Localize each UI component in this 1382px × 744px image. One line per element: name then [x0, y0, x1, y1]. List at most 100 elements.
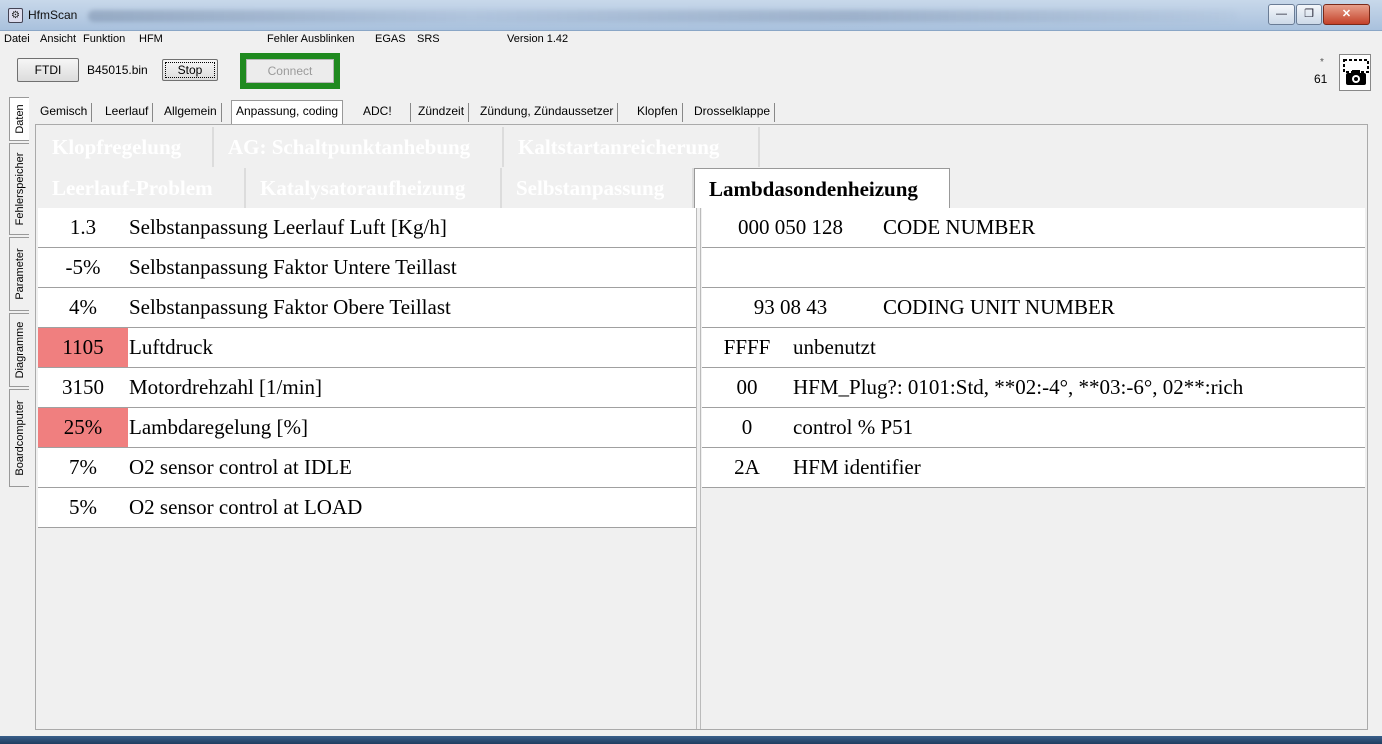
left-value-grid: 1.3 Selbstanpassung Leerlauf Luft [Kg/h] … [38, 208, 697, 528]
table-row: 00 HFM_Plug?: 0101:Std, **02:-4°, **03:-6… [702, 368, 1365, 408]
table-row: FFFF unbenutzt [702, 328, 1365, 368]
tab-klopfen[interactable]: Klopfen [633, 103, 683, 122]
menu-funktion[interactable]: Funktion [83, 33, 125, 45]
row-value: 7% [69, 455, 97, 479]
subtab-kaltstartanreicherung[interactable]: Kaltstartanreicherung [504, 127, 760, 167]
table-row: 2A HFM identifier [702, 448, 1365, 488]
stop-button[interactable]: Stop [162, 59, 218, 81]
row-value: 5% [69, 495, 97, 519]
modified-indicator: * [1320, 57, 1324, 68]
subtab-bar: Klopfregelung AG: Schaltpunktanhebung Ka… [38, 127, 1367, 208]
row-label: Selbstanpassung Leerlauf Luft [Kg/h] [129, 215, 447, 239]
table-row: 3150 Motordrehzahl [1/min] [38, 368, 697, 408]
row-value: 0 [741, 415, 753, 439]
table-row: 1105 Luftdruck [38, 328, 697, 368]
tab-leerlauf[interactable]: Leerlauf [101, 103, 154, 122]
tab-zuendung-zuendaussetzer[interactable]: Zündung, Zündaussetzer [476, 103, 619, 122]
table-row: 4% Selbstanpassung Faktor Obere Teillast [38, 288, 697, 328]
tab-gemisch[interactable]: Gemisch [36, 103, 93, 122]
vtab-label: Diagramme [13, 321, 26, 379]
title-bar: ⚙ HfmScan — ❐ ✕ [0, 0, 1382, 31]
column-separator [696, 208, 701, 729]
close-button[interactable]: ✕ [1323, 4, 1370, 25]
subtab-schaltpunktanhebung[interactable]: AG: Schaltpunktanhebung [214, 127, 504, 167]
subtab-katalysatoraufheizung[interactable]: Katalysatoraufheizung [246, 168, 502, 208]
row-value-highlighted: 25% [38, 408, 128, 447]
subtab-lambdasondenheizung[interactable]: Lambdasondenheizung [694, 168, 950, 208]
menu-egas[interactable]: EGAS [375, 33, 406, 45]
right-value-grid: 000 050 128 CODE NUMBER 93 08 43 CODING UN… [702, 208, 1365, 488]
table-row: -5% Selbstanpassung Faktor Untere Teillas… [38, 248, 697, 288]
row-value-highlighted: 1105 [38, 328, 128, 367]
menu-datei[interactable]: Datei [4, 33, 30, 45]
tab-drosselklappe[interactable]: Drosselklappe [690, 103, 776, 122]
screenshot-button[interactable] [1339, 54, 1371, 91]
row-value: -5% [65, 255, 101, 279]
table-row: 93 08 43 CODING UNIT NUMBER [702, 288, 1365, 328]
connect-button[interactable]: Connect [246, 59, 334, 83]
window-title: HfmScan [28, 8, 78, 22]
row-label: Motordrehzahl [1/min] [129, 375, 323, 399]
menu-hfm[interactable]: HFM [139, 33, 163, 45]
table-row: 25% Lambdaregelung [%] [38, 408, 697, 448]
maximize-button[interactable]: ❐ [1296, 4, 1322, 25]
version-label: Version 1.42 [507, 33, 569, 45]
tab-bar: Gemisch Leerlauf Allgemein Anpassung, co… [34, 100, 1374, 124]
blurred-title-region [88, 10, 1238, 22]
vtab-diagramme[interactable]: Diagramme [9, 313, 29, 387]
row-label: control % P51 [793, 415, 914, 439]
table-row: 5% O2 sensor control at LOAD [38, 488, 697, 528]
row-label: O2 sensor control at LOAD [129, 495, 363, 519]
row-label: Lambdaregelung [%] [129, 415, 309, 439]
menu-fehler-ausblinken[interactable]: Fehler Ausblinken [267, 33, 354, 45]
vtab-label: Fehlerspeicher [13, 152, 26, 226]
row-label: CODING UNIT NUMBER [883, 295, 1115, 319]
row-label: HFM_Plug?: 0101:Std, **02:-4°, **03:-6°,… [793, 375, 1244, 399]
vtab-label: Daten [13, 104, 26, 134]
row-value: 000 050 128 [738, 215, 843, 239]
vtab-parameter[interactable]: Parameter [9, 237, 29, 311]
vertical-tabs: Daten Fehlerspeicher Parameter Diagramme… [9, 97, 31, 492]
menu-ansicht[interactable]: Ansicht [40, 33, 76, 45]
connect-highlight: Connect [240, 53, 340, 89]
row-label: CODE NUMBER [883, 215, 1036, 239]
ftdi-button[interactable]: FTDI [17, 58, 79, 82]
vtab-label: Parameter [13, 248, 26, 300]
row-label: O2 sensor control at IDLE [129, 455, 352, 479]
taskbar [0, 736, 1382, 744]
subtab-selbstanpassung[interactable]: Selbstanpassung [502, 168, 694, 208]
table-row: 000 050 128 CODE NUMBER [702, 208, 1365, 248]
subtab-leerlauf-problem[interactable]: Leerlauf-Problem [38, 168, 246, 208]
table-row: 1.3 Selbstanpassung Leerlauf Luft [Kg/h] [38, 208, 697, 248]
counter-value: 61 [1314, 72, 1328, 86]
row-value [702, 248, 879, 287]
menu-bar: Datei Ansicht Funktion HFM Fehler Ausbli… [0, 31, 1382, 48]
table-row [702, 248, 1365, 288]
row-label: Luftdruck [129, 335, 213, 359]
tab-allgemein[interactable]: Allgemein [160, 103, 222, 122]
row-label: Selbstanpassung Faktor Untere Teillast [129, 255, 457, 279]
row-value: 4% [69, 295, 97, 319]
app-icon: ⚙ [8, 8, 23, 23]
row-label: unbenutzt [793, 335, 876, 359]
camera-icon [1343, 59, 1369, 85]
row-value: 93 08 43 [753, 295, 828, 319]
row-value: 2A [734, 455, 760, 479]
vtab-daten[interactable]: Daten [9, 97, 29, 141]
content-panel: Klopfregelung AG: Schaltpunktanhebung Ka… [35, 124, 1368, 730]
minimize-button[interactable]: — [1268, 4, 1295, 25]
menu-srs[interactable]: SRS [417, 33, 440, 45]
vtab-boardcomputer[interactable]: Boardcomputer [9, 389, 29, 487]
tab-zuendzeit[interactable]: Zündzeit [414, 103, 470, 122]
subtab-klopfregelung[interactable]: Klopfregelung [38, 127, 214, 167]
tab-anpassung-coding[interactable]: Anpassung, coding [231, 100, 344, 124]
tab-adc[interactable]: ADC! [359, 103, 411, 122]
row-label: Selbstanpassung Faktor Obere Teillast [129, 295, 451, 319]
row-value: 1.3 [69, 215, 97, 239]
vtab-fehlerspeicher[interactable]: Fehlerspeicher [9, 143, 29, 235]
row-value: 3150 [62, 375, 104, 399]
row-value: 00 [736, 375, 758, 399]
table-row: 0 control % P51 [702, 408, 1365, 448]
vtab-label: Boardcomputer [13, 400, 26, 476]
table-row: 7% O2 sensor control at IDLE [38, 448, 697, 488]
